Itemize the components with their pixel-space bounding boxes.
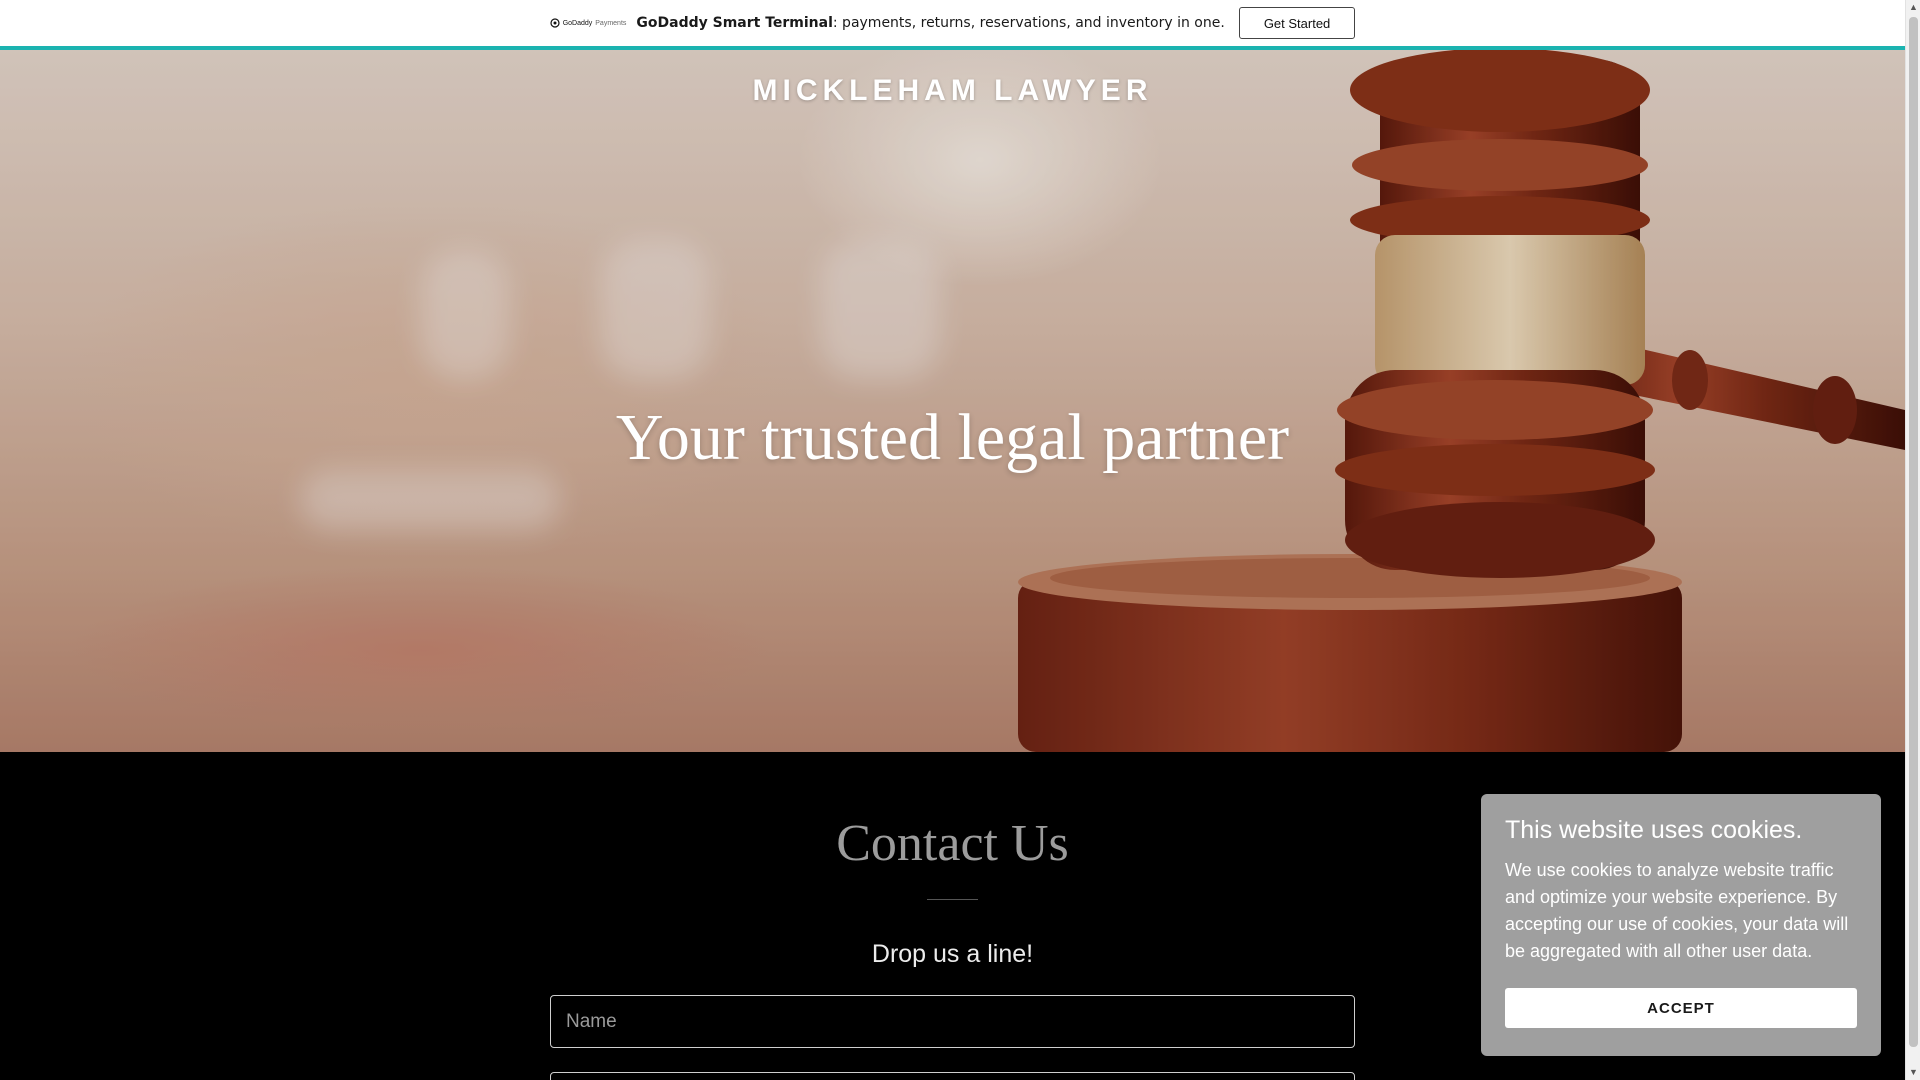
logo-brand-text: GoDaddy	[562, 19, 593, 27]
promo-headline-rest: : payments, returns, reservations, and i…	[832, 15, 1225, 31]
godaddy-payments-logo: GoDaddy Payments	[550, 18, 627, 28]
accept-cookies-button[interactable]: ACCEPT	[1505, 988, 1857, 1028]
page: GoDaddy Payments GoDaddy Smart Terminal:…	[0, 0, 1920, 1080]
arrow-down-icon[interactable]: ▼	[1909, 1068, 1918, 1077]
godaddy-logo-icon	[550, 18, 560, 28]
hero-tagline: Your trusted legal partner	[615, 401, 1290, 474]
site-title[interactable]: MICKLEHAM LAWYER	[0, 74, 1905, 108]
arrow-up-icon[interactable]: ▲	[1909, 3, 1918, 12]
cookie-title: This website uses cookies.	[1505, 816, 1803, 844]
vertical-scrollbar[interactable]: ▲ ▼	[1905, 0, 1920, 1080]
logo-suffix-text: Payments	[595, 19, 627, 27]
promo-headline-bold: GoDaddy Smart Terminal	[636, 15, 833, 31]
promo-text: GoDaddy Smart Terminal: payments, return…	[636, 15, 1224, 31]
name-input[interactable]	[550, 995, 1355, 1048]
promo-banner: GoDaddy Payments GoDaddy Smart Terminal:…	[0, 0, 1905, 50]
scrollbar-thumb[interactable]	[1909, 17, 1918, 1047]
email-input[interactable]	[550, 1072, 1355, 1080]
cookie-consent-popup: This website uses cookies. We use cookie…	[1481, 794, 1881, 1056]
hero-section: MICKLEHAM LAWYER Your trusted legal part…	[0, 50, 1905, 752]
cookie-body: We use cookies to analyze website traffi…	[1505, 860, 1849, 961]
section-divider	[927, 899, 978, 900]
get-started-button[interactable]: Get Started	[1238, 7, 1356, 39]
